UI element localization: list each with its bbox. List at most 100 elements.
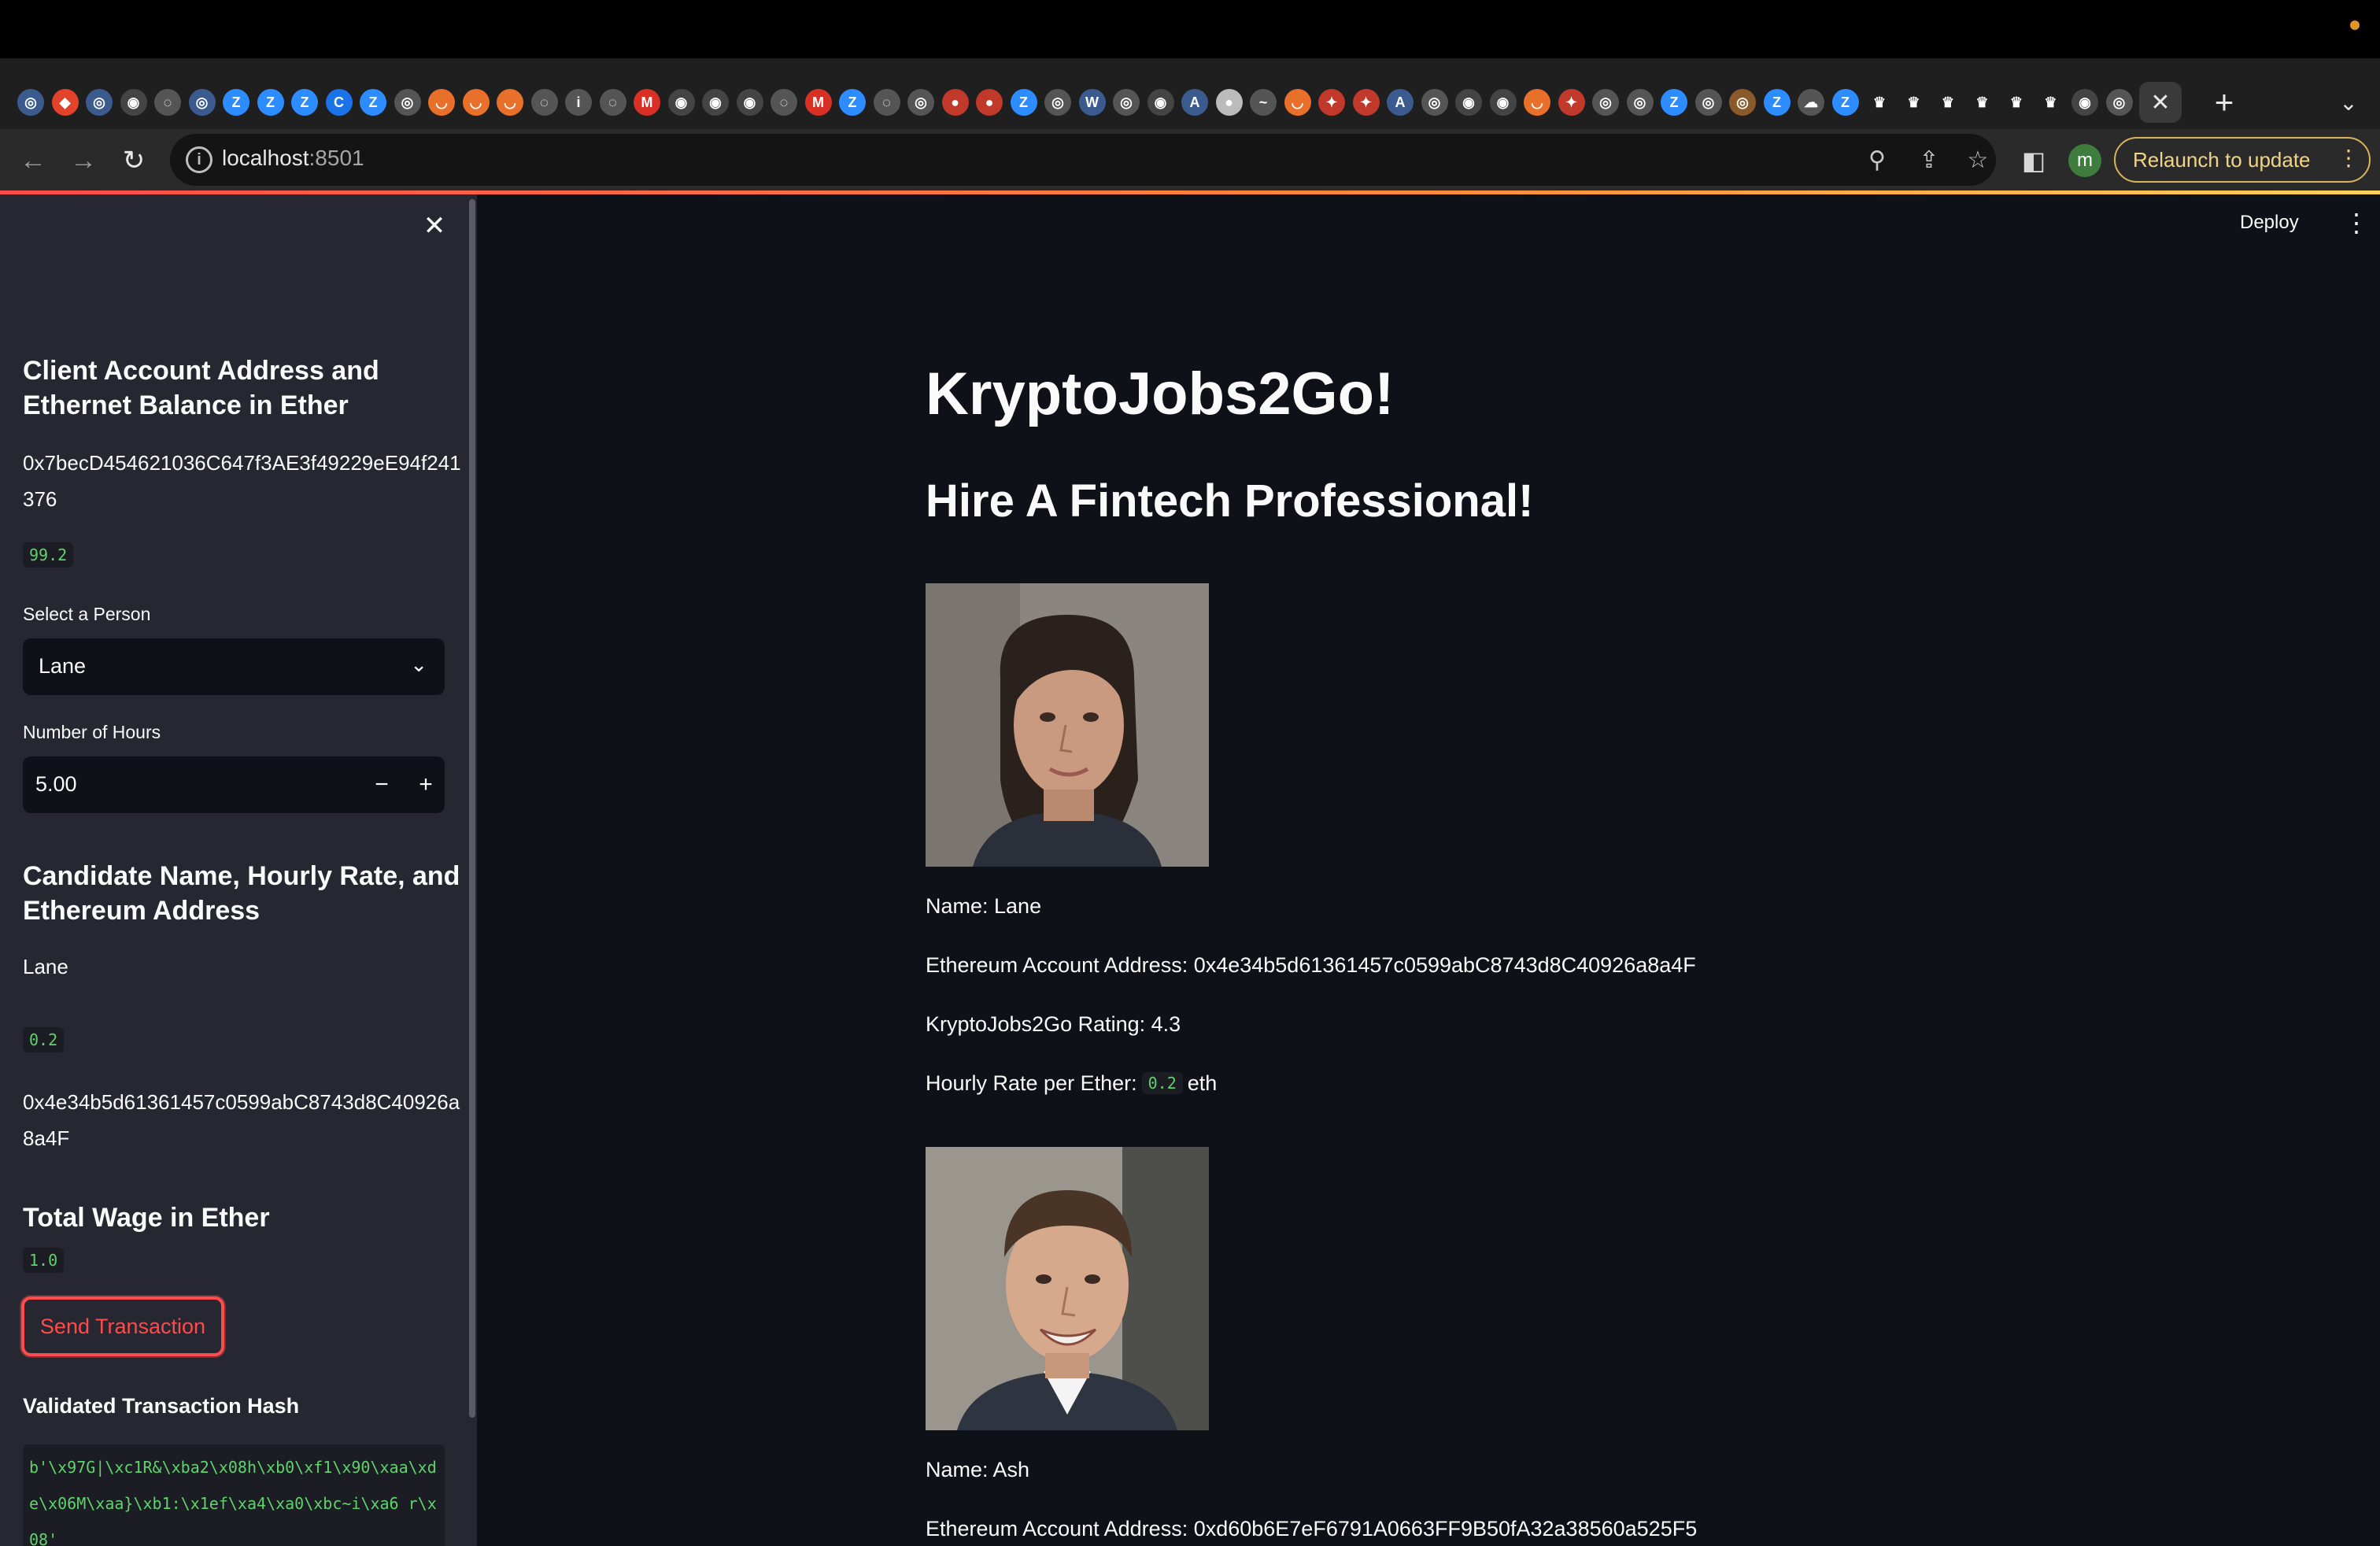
deploy-button[interactable]: Deploy <box>2240 212 2299 234</box>
zoom-icon[interactable]: Z <box>223 89 249 116</box>
reload-button[interactable]: ↻ <box>112 139 156 183</box>
select-person-dropdown[interactable]: Lane ⌄ <box>23 638 445 695</box>
crown-icon[interactable]: ♛ <box>1866 89 1893 116</box>
pluralsight-icon[interactable]: ◡ <box>1284 89 1311 116</box>
circle-icon[interactable]: ● <box>1215 89 1243 116</box>
rate-value: 0.2 <box>1141 1072 1183 1094</box>
wordpress-icon[interactable]: W <box>1078 89 1106 116</box>
a-icon[interactable]: A <box>1181 89 1208 116</box>
zoom-icon[interactable]: Z <box>1661 89 1687 116</box>
bookmark-star-icon[interactable]: ☆ <box>1960 142 1996 178</box>
crown-icon[interactable]: ♛ <box>1900 89 1927 116</box>
gitlab-icon[interactable]: ◆ <box>51 89 79 116</box>
zoom-icon[interactable]: Z <box>1010 89 1037 116</box>
close-tab-icon[interactable]: ✕ <box>2139 82 2182 123</box>
browser-tab-bar: ◎ ◆ ◎ ◉ ◌ ◎ Z Z Z C Z ◎ ◡ ◡ ◡ ◌ i ◌ M ◉ ◉ ◉ ◌ M Z ◌ ◎ ● ● Z ◎ W ◎ ◉ A ● ~ ◡ ✦ ✦… <box>0 58 2380 135</box>
cloud-icon[interactable]: ☁ <box>1798 89 1824 116</box>
hours-number-input[interactable]: 5.00 − + <box>23 756 445 813</box>
dil-icon[interactable]: ◌ <box>154 89 181 116</box>
url-host: localhost <box>222 146 309 170</box>
relaunch-label: Relaunch to update <box>2133 147 2311 172</box>
zoom-icon[interactable]: Z <box>257 89 284 116</box>
rate-prefix: Hourly Rate per Ether: <box>926 1071 1137 1095</box>
new-tab-button[interactable]: + <box>2204 82 2245 123</box>
globe-icon[interactable]: ◎ <box>188 89 216 116</box>
github-icon[interactable]: ◉ <box>1489 89 1517 116</box>
record-icon[interactable]: ● <box>941 89 969 116</box>
gmail-icon[interactable]: M <box>634 89 660 116</box>
zoom-icon[interactable]: Z <box>360 89 386 116</box>
record-icon[interactable]: ● <box>976 89 1003 116</box>
maple-icon[interactable]: ✦ <box>1318 89 1345 116</box>
globe-icon[interactable]: ◎ <box>1044 89 1071 116</box>
chrome-icon[interactable]: C <box>325 89 353 116</box>
zoom-icon[interactable]: Z <box>1831 89 1859 116</box>
address-bar[interactable]: i localhost:8501 ⚲ ⇪ ☆ <box>170 134 1996 186</box>
increment-button[interactable]: + <box>407 766 445 804</box>
hours-value[interactable]: 5.00 <box>35 772 77 797</box>
send-transaction-button[interactable]: Send Transaction <box>21 1296 224 1356</box>
zoom-magnifier-icon[interactable]: ⚲ <box>1859 142 1895 178</box>
decrement-button[interactable]: − <box>363 766 401 804</box>
crown-icon[interactable]: ♛ <box>1935 89 1961 116</box>
dil-icon[interactable]: ◌ <box>599 89 626 116</box>
pluralsight-icon[interactable]: ◡ <box>428 89 455 116</box>
zoom-icon[interactable]: Z <box>1763 89 1791 116</box>
pluralsight-icon[interactable]: ◡ <box>497 89 523 116</box>
maple-icon[interactable]: ✦ <box>1352 89 1380 116</box>
github-icon[interactable]: ◉ <box>1147 89 1174 116</box>
gmail-icon[interactable]: M <box>804 89 832 116</box>
candidate-address-text: Ethereum Account Address: 0xd60b6E7eF679… <box>926 1517 1698 1540</box>
github-icon[interactable]: ◉ <box>702 89 729 116</box>
a-icon[interactable]: A <box>1387 89 1414 116</box>
browser-toolbar: ← → ↻ i localhost:8501 ⚲ ⇪ ☆ ◧ m Relaunc… <box>0 129 2380 192</box>
crown-icon[interactable]: ♛ <box>2037 89 2064 116</box>
globe-icon[interactable]: ◎ <box>1626 89 1654 116</box>
page-subtitle: Hire A Fintech Professional! <box>926 475 1534 527</box>
chrome-icon[interactable]: ◎ <box>1592 89 1619 116</box>
globe-icon[interactable]: ◎ <box>86 89 113 116</box>
globe-icon[interactable]: ◎ <box>17 89 44 116</box>
globe-icon[interactable]: ◎ <box>1729 89 1756 116</box>
tab-search-chevron-icon[interactable]: ⌄ <box>2328 82 2369 123</box>
zoom-icon[interactable]: Z <box>839 89 866 116</box>
globe-icon[interactable]: ◎ <box>907 89 934 116</box>
github-icon[interactable]: ◉ <box>1455 89 1482 116</box>
back-button[interactable]: ← <box>11 139 55 183</box>
select-person-label: Select a Person <box>23 604 151 624</box>
dil-icon[interactable]: ◌ <box>771 89 797 116</box>
globe-icon[interactable]: ◎ <box>1421 89 1448 116</box>
github-icon[interactable]: ◉ <box>120 89 147 116</box>
side-panel-icon[interactable]: ◧ <box>2012 139 2056 183</box>
wave-icon[interactable]: ~ <box>1250 89 1277 116</box>
share-icon[interactable]: ⇪ <box>1911 142 1947 178</box>
github-icon[interactable]: ◉ <box>2071 89 2098 116</box>
main-menu-icon[interactable]: ⋮ <box>2341 205 2372 240</box>
chrome-icon[interactable]: ◎ <box>394 89 421 116</box>
sidebar-scrollbar[interactable] <box>469 199 475 1418</box>
dil-icon[interactable]: ◌ <box>873 89 900 116</box>
site-info-icon[interactable]: i <box>186 146 213 173</box>
relaunch-to-update-button[interactable]: Relaunch to update ⋮ <box>2114 137 2371 183</box>
account-balance: 99.2 <box>23 542 74 568</box>
globe-icon[interactable]: ◎ <box>2105 89 2133 116</box>
github-icon[interactable]: ◉ <box>736 89 763 116</box>
candidate-heading: Candidate Name, Hourly Rate, and Ethereu… <box>23 861 460 926</box>
crown-icon[interactable]: ♛ <box>2003 89 2030 116</box>
selected-person-value: Lane <box>39 654 87 678</box>
main-content: Deploy ⋮ KryptoJobs2Go! Hire A Fintech P… <box>477 194 2380 1546</box>
info-icon[interactable]: i <box>565 89 592 116</box>
chrome-icon[interactable]: ◎ <box>1694 89 1722 116</box>
dil-icon[interactable]: ◌ <box>530 89 558 116</box>
zoom-icon[interactable]: Z <box>291 89 318 116</box>
globe-icon[interactable]: ◎ <box>1113 89 1140 116</box>
close-sidebar-icon[interactable]: ✕ <box>419 210 450 242</box>
github-icon[interactable]: ◉ <box>667 89 695 116</box>
pluralsight-icon[interactable]: ◡ <box>1524 89 1550 116</box>
url-text[interactable]: localhost:8501 <box>222 146 364 171</box>
maple-icon[interactable]: ✦ <box>1558 89 1585 116</box>
forward-button[interactable]: → <box>61 139 105 183</box>
crown-icon[interactable]: ♛ <box>1968 89 1996 116</box>
pluralsight-icon[interactable]: ◡ <box>462 89 490 116</box>
profile-avatar[interactable]: m <box>2068 144 2101 177</box>
